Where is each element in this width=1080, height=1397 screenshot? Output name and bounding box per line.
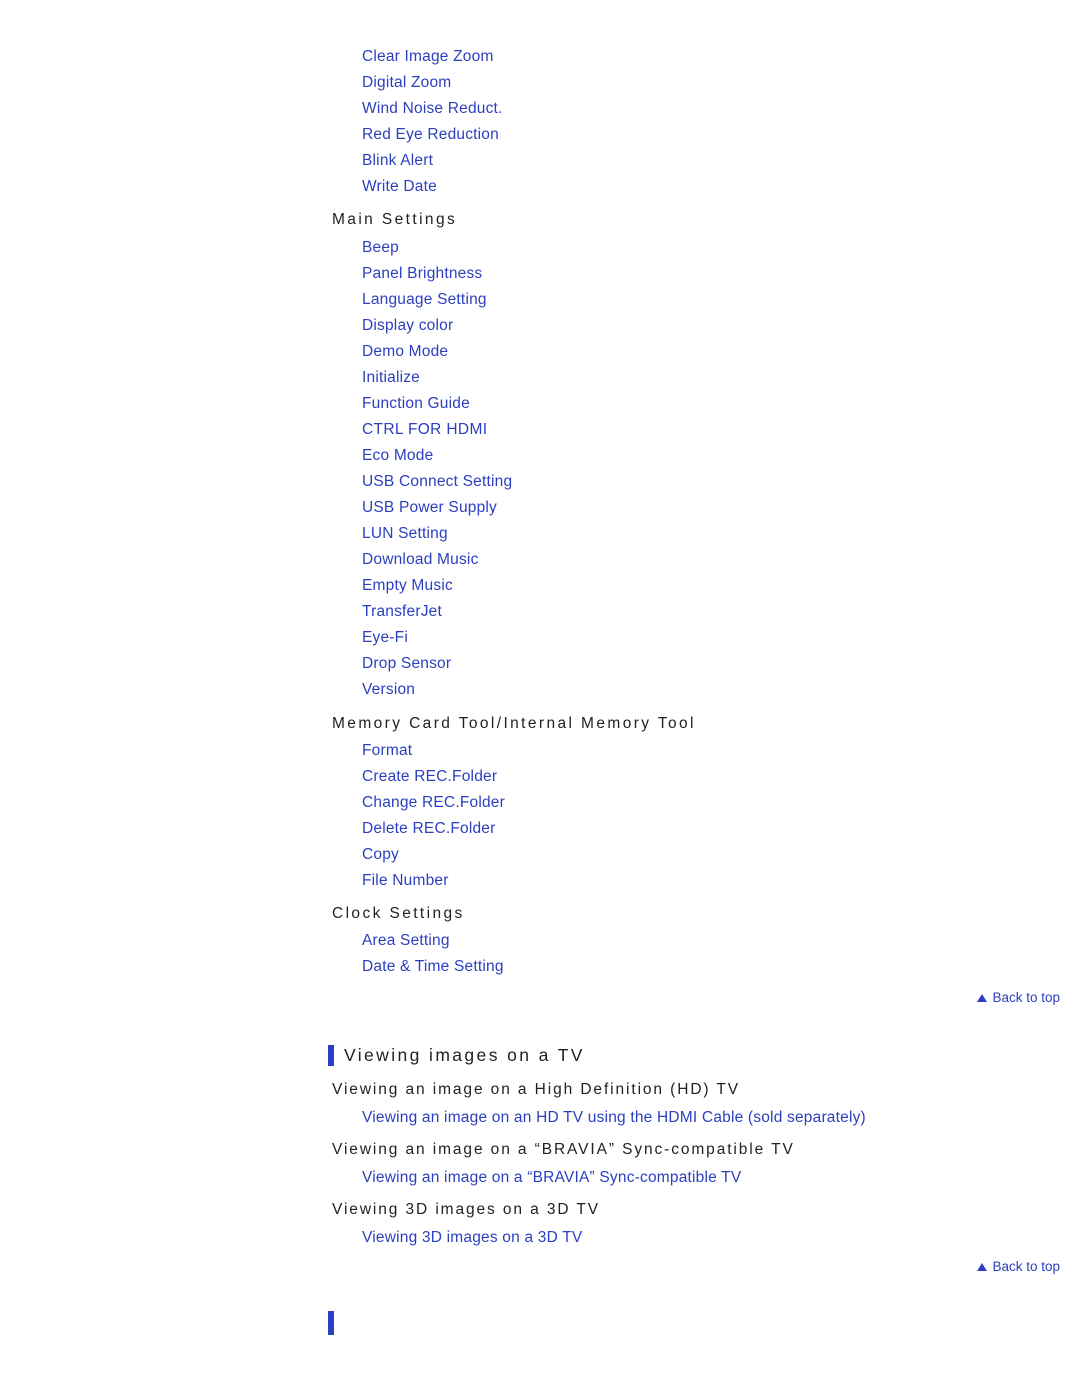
link-beep[interactable]: Beep bbox=[362, 239, 399, 257]
link-viewing-hd-tv-hdmi-cable[interactable]: Viewing an image on an HD TV using the H… bbox=[362, 1109, 866, 1127]
title-accent-bar bbox=[328, 1045, 334, 1066]
section-title-viewing-images: Viewing images on a TV bbox=[328, 1045, 585, 1066]
heading-main-settings: Main Settings bbox=[332, 211, 458, 228]
link-date-time-setting[interactable]: Date & Time Setting bbox=[362, 958, 504, 976]
link-wind-noise-reduct[interactable]: Wind Noise Reduct. bbox=[362, 100, 503, 118]
link-empty-music[interactable]: Empty Music bbox=[362, 577, 453, 595]
link-display-color[interactable]: Display color bbox=[362, 317, 453, 335]
heading-viewing-bravia-sync-tv: Viewing an image on a “BRAVIA” Sync-comp… bbox=[332, 1141, 795, 1158]
link-language-setting[interactable]: Language Setting bbox=[362, 291, 487, 309]
link-digital-zoom[interactable]: Digital Zoom bbox=[362, 74, 451, 92]
link-copy[interactable]: Copy bbox=[362, 846, 399, 864]
back-to-top-label: Back to top bbox=[992, 1259, 1060, 1274]
link-function-guide[interactable]: Function Guide bbox=[362, 395, 470, 413]
back-to-top-link-1[interactable]: Back to top bbox=[977, 990, 1060, 1005]
triangle-up-icon bbox=[977, 993, 988, 1002]
section-title-text: Viewing images on a TV bbox=[344, 1045, 585, 1065]
link-viewing-bravia-sync-tv[interactable]: Viewing an image on a “BRAVIA” Sync-comp… bbox=[362, 1169, 741, 1187]
heading-viewing-hd-tv: Viewing an image on a High Definition (H… bbox=[332, 1081, 741, 1098]
heading-memory-card-tool: Memory Card Tool/Internal Memory Tool bbox=[332, 715, 696, 732]
link-panel-brightness[interactable]: Panel Brightness bbox=[362, 265, 482, 283]
link-usb-connect-setting[interactable]: USB Connect Setting bbox=[362, 473, 512, 491]
link-download-music[interactable]: Download Music bbox=[362, 551, 479, 569]
back-to-top-label: Back to top bbox=[992, 990, 1060, 1005]
link-version[interactable]: Version bbox=[362, 681, 415, 699]
link-red-eye-reduction[interactable]: Red Eye Reduction bbox=[362, 126, 499, 144]
link-write-date[interactable]: Write Date bbox=[362, 178, 437, 196]
link-blink-alert[interactable]: Blink Alert bbox=[362, 152, 433, 170]
next-section-accent-bar bbox=[328, 1311, 334, 1335]
link-transferjet[interactable]: TransferJet bbox=[362, 603, 442, 621]
link-file-number[interactable]: File Number bbox=[362, 872, 449, 890]
link-clear-image-zoom[interactable]: Clear Image Zoom bbox=[362, 48, 494, 66]
back-to-top-link-2[interactable]: Back to top bbox=[977, 1259, 1060, 1274]
heading-viewing-3d-tv: Viewing 3D images on a 3D TV bbox=[332, 1201, 601, 1218]
link-area-setting[interactable]: Area Setting bbox=[362, 932, 450, 950]
link-eco-mode[interactable]: Eco Mode bbox=[362, 447, 433, 465]
link-change-rec-folder[interactable]: Change REC.Folder bbox=[362, 794, 505, 812]
link-drop-sensor[interactable]: Drop Sensor bbox=[362, 655, 451, 673]
link-create-rec-folder[interactable]: Create REC.Folder bbox=[362, 768, 497, 786]
triangle-up-icon bbox=[977, 1262, 988, 1271]
document-page: Clear Image Zoom Digital Zoom Wind Noise… bbox=[0, 0, 1080, 1397]
heading-clock-settings: Clock Settings bbox=[332, 905, 465, 922]
link-viewing-3d-images-3d-tv[interactable]: Viewing 3D images on a 3D TV bbox=[362, 1229, 582, 1247]
link-initialize[interactable]: Initialize bbox=[362, 369, 420, 387]
link-ctrl-for-hdmi[interactable]: CTRL FOR HDMI bbox=[362, 421, 487, 439]
link-lun-setting[interactable]: LUN Setting bbox=[362, 525, 448, 543]
link-format[interactable]: Format bbox=[362, 742, 412, 760]
link-demo-mode[interactable]: Demo Mode bbox=[362, 343, 448, 361]
link-eye-fi[interactable]: Eye-Fi bbox=[362, 629, 408, 647]
link-delete-rec-folder[interactable]: Delete REC.Folder bbox=[362, 820, 495, 838]
link-usb-power-supply[interactable]: USB Power Supply bbox=[362, 499, 497, 517]
